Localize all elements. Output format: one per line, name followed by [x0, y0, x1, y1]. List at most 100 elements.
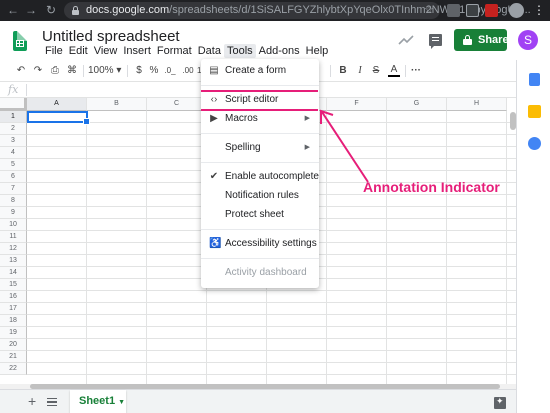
- more-tools-button[interactable]: ···: [409, 64, 423, 78]
- trend-icon[interactable]: [398, 34, 414, 46]
- row-header[interactable]: 10: [0, 219, 27, 231]
- calendar-icon[interactable]: [529, 73, 540, 86]
- row-header[interactable]: 15: [0, 279, 27, 291]
- menu-item-accessibility-settings[interactable]: ♿ Accessibility settings: [201, 235, 319, 253]
- paint-format-icon[interactable]: ⌘: [66, 64, 78, 78]
- menu-item-label: Notification rules: [225, 190, 299, 201]
- row-header[interactable]: 3: [0, 135, 27, 147]
- active-cell-a1[interactable]: [27, 111, 90, 125]
- menu-item-label: Create a form: [225, 65, 287, 76]
- increase-decimal-button[interactable]: .00: [180, 64, 196, 78]
- extension-icon[interactable]: [447, 4, 460, 17]
- column-header[interactable]: B: [87, 98, 147, 111]
- menu-item-notification-rules[interactable]: Notification rules: [201, 187, 319, 205]
- reload-icon[interactable]: ↻: [44, 3, 58, 17]
- sheets-logo[interactable]: [13, 31, 27, 51]
- row-header[interactable]: 20: [0, 339, 27, 351]
- forward-icon[interactable]: →: [24, 3, 38, 17]
- sheet-tab[interactable]: Sheet1 ▼: [70, 390, 126, 413]
- row-header[interactable]: 12: [0, 243, 27, 255]
- menu-data[interactable]: Data: [195, 44, 224, 58]
- menu-tools[interactable]: Tools: [223, 44, 256, 58]
- undo-icon[interactable]: ↶: [15, 64, 27, 78]
- bold-button[interactable]: B: [338, 64, 348, 78]
- address-bar[interactable]: docs.google.com/spreadsheets/d/1SiSALFGY…: [64, 2, 531, 19]
- row-header[interactable]: 13: [0, 255, 27, 267]
- highlight-line-top: [201, 90, 318, 92]
- row-header[interactable]: 5: [0, 159, 27, 171]
- menu-format[interactable]: Format: [154, 44, 195, 58]
- row-header[interactable]: 4: [0, 147, 27, 159]
- currency-button[interactable]: $: [134, 64, 144, 78]
- italic-button[interactable]: I: [355, 64, 365, 78]
- menu-item-macros[interactable]: ▶ Macros ▶: [201, 110, 319, 128]
- code-icon: ‹›: [210, 94, 218, 105]
- select-all-corner[interactable]: [0, 98, 27, 111]
- menu-help[interactable]: Help: [303, 44, 332, 58]
- print-icon[interactable]: ⎙: [49, 64, 61, 78]
- menu-item-script-editor[interactable]: ‹› Script editor: [201, 91, 319, 109]
- menu-item-enable-autocomplete[interactable]: ✔ Enable autocomplete: [201, 168, 319, 186]
- row-header[interactable]: 19: [0, 327, 27, 339]
- decrease-decimal-button[interactable]: .0_: [163, 64, 177, 78]
- menu-item-label: Protect sheet: [225, 209, 284, 220]
- row-header[interactable]: 22: [0, 363, 27, 375]
- row-header[interactable]: 14: [0, 267, 27, 279]
- back-icon[interactable]: ←: [6, 3, 20, 17]
- submenu-arrow-icon: ▶: [304, 115, 310, 122]
- fx-icon: fx: [8, 83, 19, 96]
- avatar[interactable]: S: [518, 30, 538, 50]
- row-header[interactable]: 17: [0, 303, 27, 315]
- menu-insert[interactable]: Insert: [120, 44, 154, 58]
- column-header[interactable]: G: [387, 98, 447, 111]
- lock-icon: [72, 6, 79, 15]
- menu-item-label: Accessibility settings: [225, 238, 317, 249]
- row-header[interactable]: 6: [0, 171, 27, 183]
- profile-icon[interactable]: [509, 3, 524, 18]
- add-sheet-icon[interactable]: +: [28, 393, 36, 409]
- menu-item-label: Script editor: [225, 94, 279, 105]
- tasks-icon[interactable]: [528, 137, 541, 150]
- form-icon: ▤: [209, 65, 219, 76]
- row-header[interactable]: 9: [0, 207, 27, 219]
- all-sheets-icon[interactable]: [47, 398, 57, 406]
- percent-button[interactable]: %: [149, 64, 159, 78]
- menu-item-label: Macros: [225, 113, 258, 124]
- menu-edit[interactable]: Edit: [66, 44, 91, 58]
- highlight-line-bottom: [201, 109, 318, 111]
- row-header[interactable]: 18: [0, 315, 27, 327]
- keep-icon[interactable]: [528, 105, 541, 118]
- column-header[interactable]: A: [27, 98, 87, 111]
- explore-icon[interactable]: [494, 396, 506, 409]
- row-header[interactable]: 16: [0, 291, 27, 303]
- menu-divider: [201, 85, 319, 86]
- text-color-button[interactable]: A: [388, 64, 400, 77]
- row-header[interactable]: 21: [0, 351, 27, 363]
- extension-icon[interactable]: [485, 4, 498, 17]
- strikethrough-button[interactable]: S: [371, 64, 381, 78]
- menu-view[interactable]: View: [91, 44, 121, 58]
- column-header[interactable]: H: [447, 98, 507, 111]
- star-icon[interactable]: ☆: [424, 3, 434, 16]
- menu-item-create-form[interactable]: ▤ Create a form: [201, 62, 319, 80]
- share-button[interactable]: Share: [454, 29, 509, 51]
- document-title[interactable]: Untitled spreadsheet: [42, 28, 180, 45]
- zoom-select[interactable]: 100% ▾: [88, 64, 122, 78]
- extension-icon[interactable]: [466, 4, 479, 17]
- menu-file[interactable]: File: [42, 44, 66, 58]
- menu-icon[interactable]: ⋮: [533, 2, 545, 18]
- menu-item-protect-sheet[interactable]: Protect sheet: [201, 206, 319, 224]
- column-header[interactable]: C: [147, 98, 207, 111]
- zoom-value: 100%: [88, 65, 114, 76]
- redo-icon[interactable]: ↷: [32, 64, 44, 78]
- annotation-arrow: [320, 109, 369, 183]
- row-header[interactable]: 8: [0, 195, 27, 207]
- row-header[interactable]: 7: [0, 183, 27, 195]
- menu-addons[interactable]: Add-ons: [256, 44, 303, 58]
- row-header[interactable]: 11: [0, 231, 27, 243]
- menu-item-spelling[interactable]: Spelling ▶: [201, 139, 319, 157]
- row-header[interactable]: 1: [0, 111, 27, 123]
- comment-icon[interactable]: [429, 34, 442, 49]
- row-header[interactable]: 2: [0, 123, 27, 135]
- check-icon: ✔: [209, 171, 219, 182]
